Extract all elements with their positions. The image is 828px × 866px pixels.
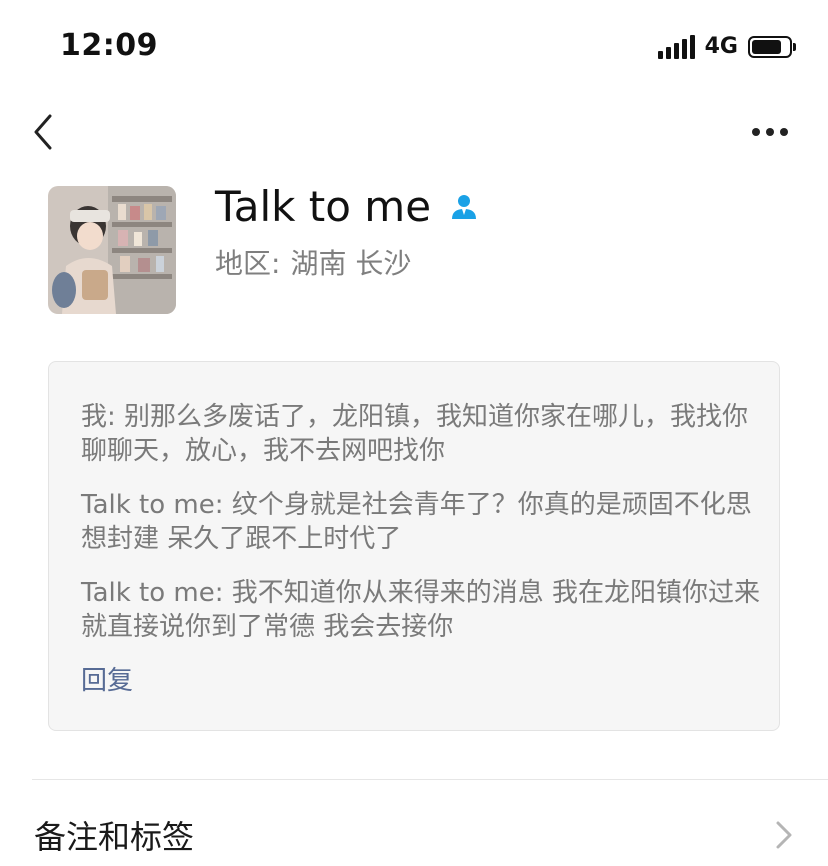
chevron-left-icon bbox=[34, 114, 52, 150]
status-time: 12:09 bbox=[60, 28, 158, 63]
signal-icon bbox=[657, 34, 695, 59]
network-type: 4G bbox=[704, 34, 738, 59]
reply-link[interactable]: 回复 bbox=[81, 664, 133, 698]
back-button[interactable] bbox=[28, 110, 68, 154]
comment-item: 我: 别那么多废话了，龙阳镇，我知道你家在哪儿，我找你聊聊天，放心，我不去网吧找… bbox=[81, 402, 749, 466]
comment-item: Talk to me: 纹个身就是社会青年了？你真的是顽固不化思想封建 呆久了跟… bbox=[81, 490, 752, 554]
avatar[interactable] bbox=[48, 186, 176, 314]
more-horizontal-icon bbox=[752, 128, 788, 136]
region-row: 地区: 湖南 长沙 bbox=[215, 242, 411, 282]
remarks-label: 备注和标签 bbox=[34, 818, 195, 856]
profile-header: Talk to me 地区: 湖南 长沙 bbox=[48, 186, 788, 316]
region-label: 地区: bbox=[215, 247, 281, 280]
name-row: Talk to me bbox=[215, 182, 481, 231]
chevron-right-icon bbox=[776, 821, 792, 849]
nav-bar bbox=[0, 100, 828, 164]
status-indicators: 4G bbox=[657, 34, 796, 59]
avatar-image bbox=[48, 186, 176, 314]
profile-name: Talk to me bbox=[215, 182, 432, 231]
moments-card: 我: 别那么多废话了，龙阳镇，我知道你家在哪儿，我找你聊聊天，放心，我不去网吧找… bbox=[48, 361, 780, 731]
comment-item: Talk to me: 我不知道你从来得来的消息 我在龙阳镇你过来就直接说你到了… bbox=[81, 578, 761, 642]
divider bbox=[32, 779, 828, 780]
battery-icon bbox=[748, 35, 796, 58]
more-button[interactable] bbox=[748, 112, 792, 152]
male-icon bbox=[452, 195, 477, 219]
region-value: 湖南 长沙 bbox=[290, 247, 412, 280]
remarks-and-tags-row[interactable]: 备注和标签 bbox=[0, 796, 828, 866]
status-bar: 12:09 4G bbox=[0, 0, 828, 96]
